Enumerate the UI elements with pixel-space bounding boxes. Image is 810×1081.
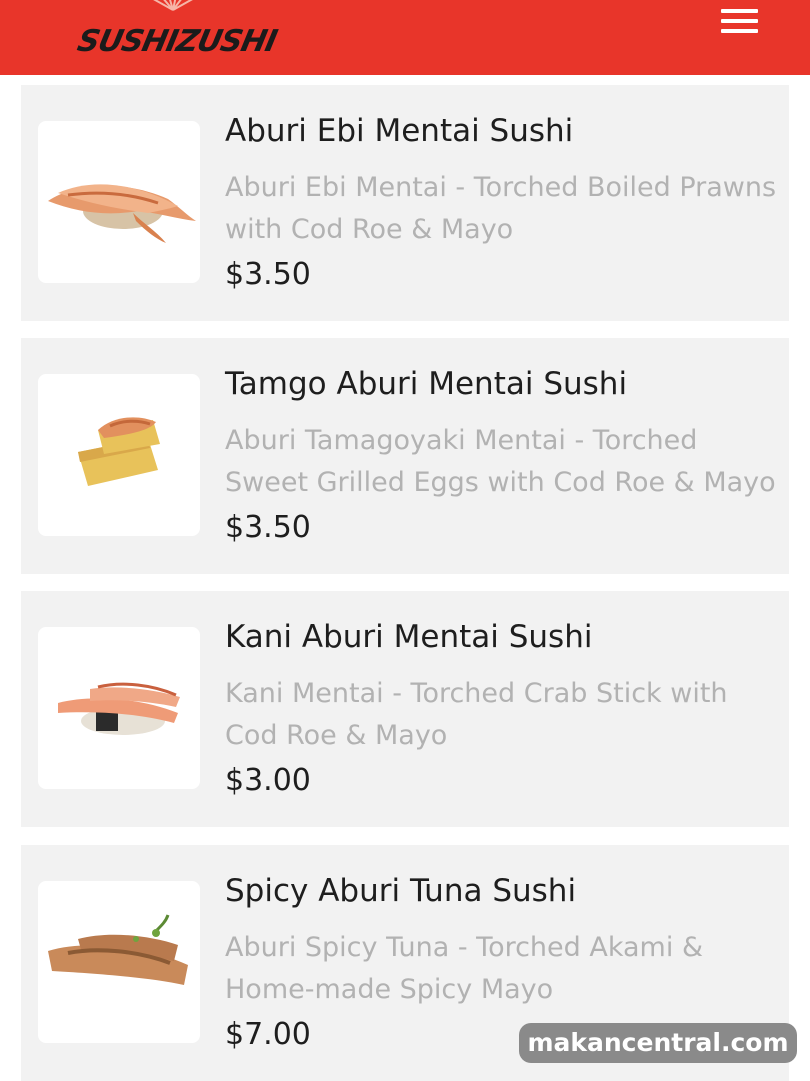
sushizushi-logo[interactable]: SUSHIZUSHI	[74, 0, 280, 75]
tuna-sushi-image	[38, 881, 200, 1043]
site-header: SUSHIZUSHI	[0, 0, 810, 75]
item-title: Aburi Ebi Mentai Sushi	[225, 113, 574, 149]
item-price: $3.50	[225, 257, 311, 292]
menu-item-card[interactable]: Tamgo Aburi Mentai Sushi Aburi Tamagoyak…	[21, 338, 789, 574]
item-title: Tamgo Aburi Mentai Sushi	[225, 366, 628, 402]
item-title: Spicy Aburi Tuna Sushi	[225, 873, 577, 909]
menu-item-card[interactable]: Aburi Ebi Mentai Sushi Aburi Ebi Mentai …	[21, 85, 789, 321]
hamburger-menu-icon[interactable]	[712, 4, 766, 38]
site-watermark: makancentral.com	[519, 1023, 797, 1063]
item-price: $3.50	[225, 510, 311, 545]
item-price: $3.00	[225, 763, 311, 798]
item-description: Aburi Ebi Mentai - Torched Boiled Prawns…	[225, 172, 777, 245]
item-description: Aburi Spicy Tuna - Torched Akami & Home-…	[225, 932, 703, 1005]
logo-wordmark: SUSHIZUSHI	[74, 24, 280, 59]
menu-item-card[interactable]: Kani Aburi Mentai Sushi Kani Mentai - To…	[21, 591, 789, 827]
item-description: Aburi Tamagoyaki Mentai - Torched Sweet …	[225, 425, 776, 498]
crab-stick-sushi-image	[38, 627, 200, 789]
egg-sushi-image	[38, 374, 200, 536]
sun-rays-icon	[153, 0, 193, 11]
item-price: $7.00	[225, 1017, 311, 1052]
item-title: Kani Aburi Mentai Sushi	[225, 619, 593, 655]
prawn-sushi-image	[38, 121, 200, 283]
item-description: Kani Mentai - Torched Crab Stick with Co…	[225, 678, 728, 751]
